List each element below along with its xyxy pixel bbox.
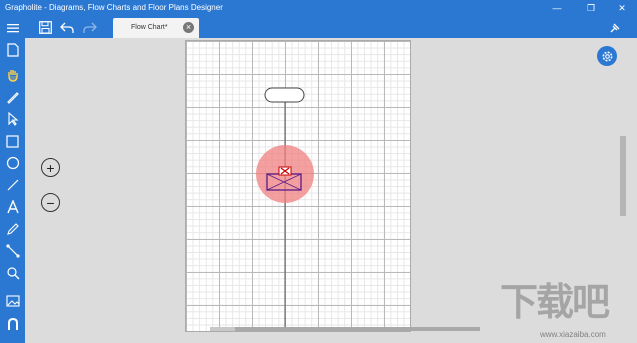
magnet-icon (7, 317, 18, 330)
hamburger-icon (7, 23, 19, 32)
connector-tool[interactable] (2, 242, 23, 260)
pin-button[interactable] (604, 17, 626, 38)
magnet-tool[interactable] (2, 315, 23, 333)
toolbar: Flow Chart* × (0, 17, 637, 38)
ellipse-tool[interactable] (2, 154, 23, 172)
app-title: Grapholite - Diagrams, Flow Charts and F… (5, 3, 223, 12)
new-page-tool[interactable] (2, 41, 23, 59)
terminator-shape (264, 87, 305, 103)
hand-icon (7, 70, 18, 82)
pencil-icon (6, 223, 19, 235)
minimize-button[interactable]: — (547, 0, 567, 17)
select-tool[interactable] (2, 110, 23, 128)
zoom-in-button[interactable]: + (41, 158, 60, 177)
pen-tool[interactable] (2, 88, 23, 106)
diagram-page[interactable] (185, 40, 411, 332)
save-button[interactable] (34, 17, 56, 38)
text-tool[interactable] (2, 198, 23, 216)
rectangle-tool[interactable] (2, 132, 23, 150)
gear-icon (602, 51, 612, 61)
menu-button[interactable] (2, 17, 24, 38)
line-icon (7, 179, 18, 191)
redo-button[interactable] (79, 17, 101, 38)
watermark-url: www.xiazaiba.com (540, 330, 606, 339)
diagram-layer (256, 87, 314, 331)
text-icon (6, 200, 19, 214)
circle-icon (6, 156, 19, 170)
tools-sidebar (0, 38, 25, 343)
maximize-button[interactable]: ❐ (581, 0, 601, 17)
save-icon (38, 21, 52, 34)
zoom-tool[interactable] (2, 264, 23, 282)
vertical-scrollbar[interactable] (620, 136, 626, 216)
pointer-icon (7, 112, 18, 126)
line-tool[interactable] (2, 176, 23, 194)
image-tool[interactable] (2, 292, 23, 310)
settings-button[interactable] (597, 46, 617, 66)
rectangle-icon (6, 134, 19, 148)
undo-icon (60, 22, 74, 33)
tab-label: Flow Chart* (131, 24, 168, 31)
tab-close-button[interactable]: × (183, 22, 194, 33)
title-bar: Grapholite - Diagrams, Flow Charts and F… (0, 0, 637, 17)
tab-flow-chart[interactable]: Flow Chart* × (113, 18, 199, 38)
connector-icon (5, 244, 20, 258)
undo-button[interactable] (56, 17, 78, 38)
close-window-button[interactable]: ✕ (612, 0, 632, 17)
page-icon (6, 43, 19, 57)
horizontal-scrollbar[interactable] (235, 327, 480, 331)
pan-tool[interactable] (2, 66, 23, 84)
redo-icon (83, 22, 97, 33)
zoom-out-button[interactable]: − (41, 193, 60, 212)
magnifier-icon (6, 267, 19, 280)
pencil-tool[interactable] (2, 220, 23, 238)
image-icon (5, 295, 20, 307)
pin-icon (610, 23, 620, 32)
pen-icon (6, 92, 19, 104)
